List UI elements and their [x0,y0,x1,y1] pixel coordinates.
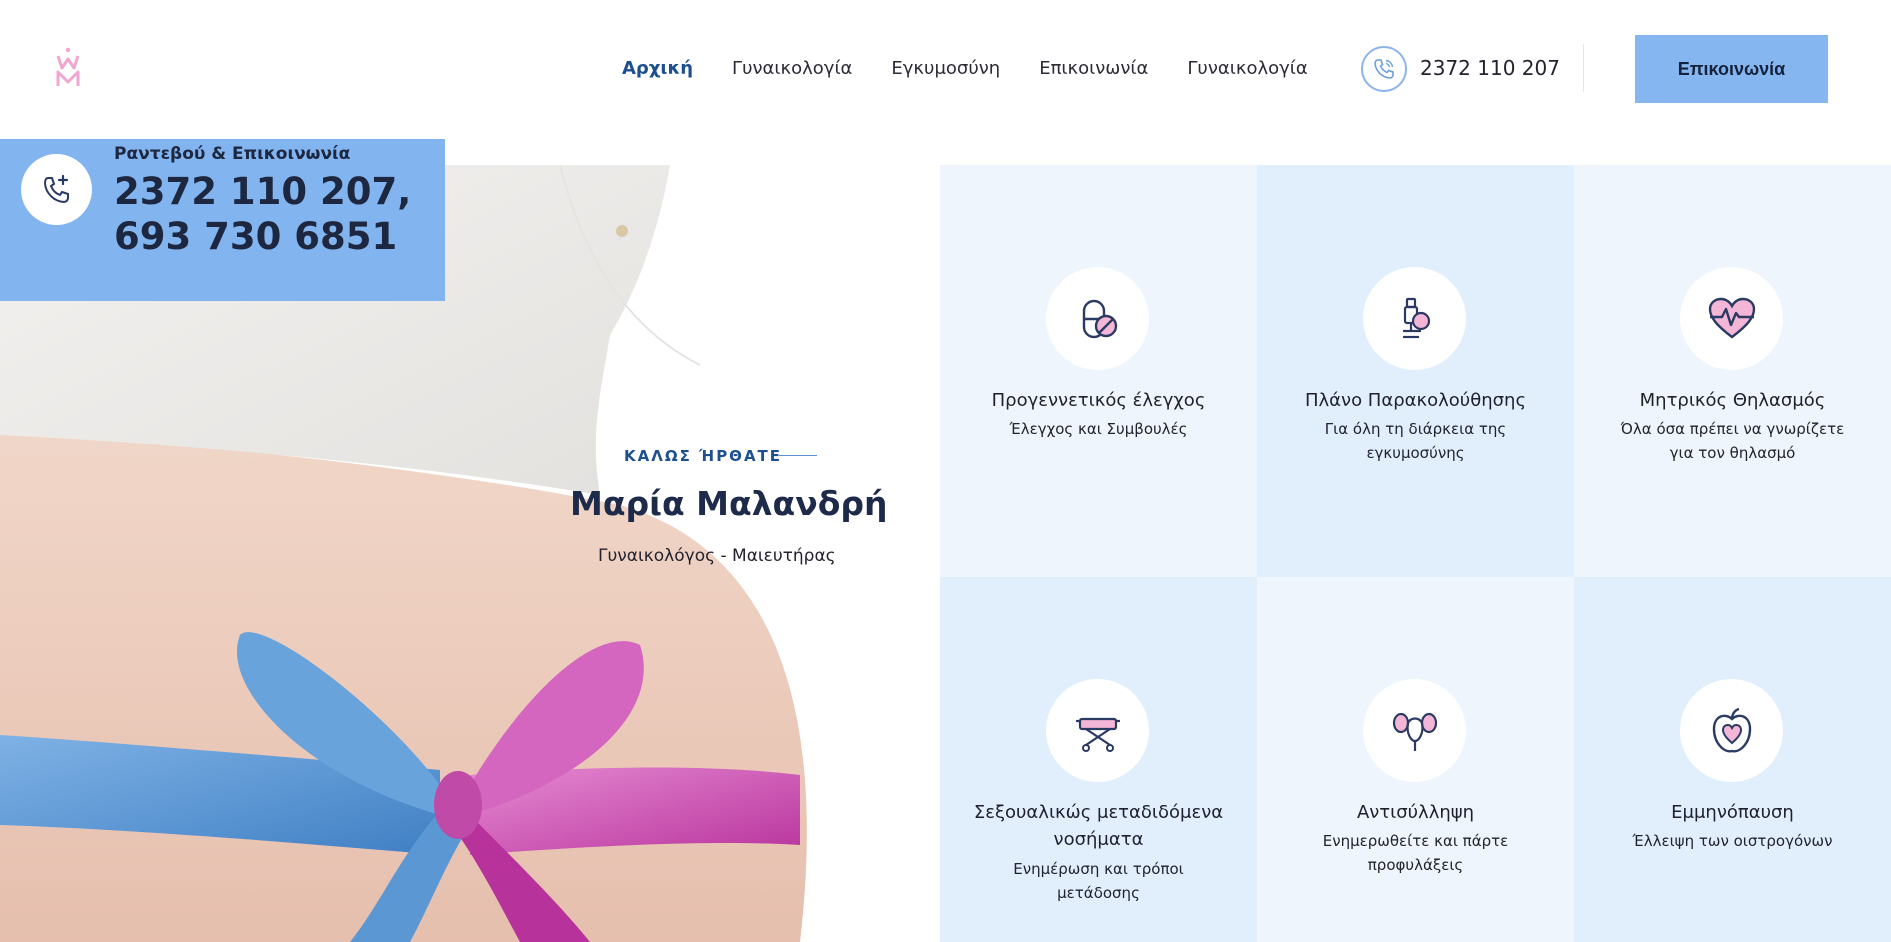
apple-heart-icon [1680,679,1783,782]
service-card-breastfeeding[interactable]: Μητρικός Θηλασμός Όλα όσα πρέπει να γνωρ… [1574,165,1891,577]
service-subtitle: Έλλειψη των οιστρογόνων [1632,832,1833,850]
service-card-std[interactable]: Σεξουαλικώς μεταδιδόμενα νοσήματα Ενημέρ… [940,577,1257,942]
doctor-name: Μαρία Μαλανδρή [570,484,888,523]
contact-button[interactable]: Επικοινωνία [1635,35,1828,103]
nav-item-contact[interactable]: Επικοινωνία [1039,58,1148,79]
nav-item-pregnancy[interactable]: Εγκυμοσύνη [891,58,1000,79]
service-title: Σεξουαλικώς μεταδιδόμενα νοσήματα [973,802,1224,850]
appointment-phones[interactable]: 2372 110 207, 693 730 6851 [114,169,411,259]
service-title: Αντισύλληψη [1356,802,1475,823]
stretcher-icon [1046,679,1149,782]
service-title: Πλάνο Παρακολούθησης [1304,390,1527,411]
appointment-phone-1[interactable]: 2372 110 207, [114,169,411,214]
nav-item-gynecology[interactable]: Γυναικολογία [732,58,852,79]
service-title: Εμμηνόπαυση [1671,802,1794,823]
service-title: Μητρικός Θηλασμός [1639,390,1826,411]
medical-phone-icon [21,154,92,225]
service-card-contraception[interactable]: Αντισύλληψη Ενημερωθείτε και πάρτε προφυ… [1257,577,1574,942]
heartbeat-icon [1680,267,1783,370]
nav-item-home[interactable]: Αρχική [622,58,693,79]
welcome-tagline: ΚΑΛΩΣ ΉΡΘΑΤΕ [624,447,783,465]
service-subtitle: Έλεγχος και Συμβουλές [1009,420,1188,438]
services-grid: Προγεννετικός έλεγχος Έλεγχος και Συμβου… [940,165,1891,942]
service-card-monitoring[interactable]: Πλάνο Παρακολούθησης Για όλη τη διάρκεια… [1257,165,1574,577]
service-card-prenatal[interactable]: Προγεννετικός έλεγχος Έλεγχος και Συμβου… [940,165,1257,577]
service-subtitle: Ενημερωθείτε και πάρτε προφυλάξεις [1322,832,1509,874]
main-nav: Αρχική Γυναικολογία Εγκυμοσύνη Επικοινων… [622,58,1308,79]
service-subtitle: Για όλη τη διάρκεια της εγκυμοσύνης [1324,420,1507,462]
header-phone-number[interactable]: 2372 110 207 [1420,56,1560,80]
service-subtitle: Ενημέρωση και τρόποι μετάδοσης [1013,860,1184,902]
appointment-label: Ραντεβού & Επικοινωνία [114,144,351,164]
logo[interactable] [52,46,84,90]
site-header: Αρχική Γυναικολογία Εγκυμοσύνη Επικοινων… [0,0,1891,138]
service-title: Προγεννετικός έλεγχος [991,390,1206,411]
nav-item-gynecology-2[interactable]: Γυναικολογία [1187,58,1307,79]
microscope-icon [1363,267,1466,370]
phone-icon[interactable] [1361,46,1407,92]
appointment-phone-2[interactable]: 693 730 6851 [114,214,411,259]
service-card-menopause[interactable]: Εμμηνόπαυση Έλλειψη των οιστρογόνων [1574,577,1891,942]
capsule-icon [1046,267,1149,370]
welcome-line [779,455,817,456]
appointment-box: Ραντεβού & Επικοινωνία 2372 110 207, 693… [0,139,445,301]
header-divider [1583,44,1584,92]
uterus-icon [1363,679,1466,782]
doctor-profession: Γυναικολόγος - Μαιευτήρας [598,546,836,566]
service-subtitle: Όλα όσα πρέπει να γνωρίζετε για τον θηλα… [1620,420,1845,462]
